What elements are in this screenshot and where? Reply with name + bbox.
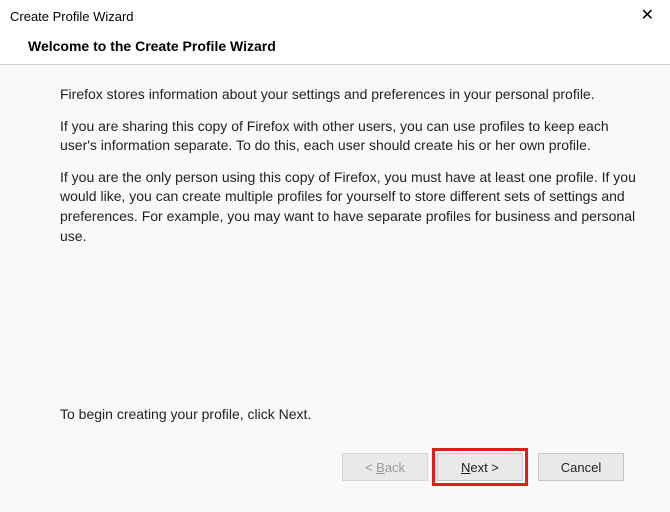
close-icon[interactable]: ✕	[635, 6, 660, 26]
window-title: Create Profile Wizard	[10, 9, 134, 24]
intro-paragraph-3: If you are the only person using this co…	[60, 168, 642, 246]
begin-instruction: To begin creating your profile, click Ne…	[60, 406, 642, 422]
intro-paragraph-1: Firefox stores information about your se…	[60, 85, 642, 105]
nav-button-group: < Back Next >	[342, 448, 528, 486]
wizard-window: Create Profile Wizard ✕ Welcome to the C…	[0, 0, 670, 512]
back-button: < Back	[342, 453, 428, 481]
wizard-heading: Welcome to the Create Profile Wizard	[0, 30, 670, 65]
cancel-button[interactable]: Cancel	[538, 453, 624, 481]
titlebar: Create Profile Wizard ✕	[0, 0, 670, 30]
next-button-highlight: Next >	[432, 448, 528, 486]
content-spacer	[60, 258, 642, 406]
wizard-footer: < Back Next > Cancel	[60, 438, 642, 500]
intro-paragraph-2: If you are sharing this copy of Firefox …	[60, 117, 642, 156]
next-button[interactable]: Next >	[437, 453, 523, 481]
wizard-content: Firefox stores information about your se…	[0, 65, 670, 512]
